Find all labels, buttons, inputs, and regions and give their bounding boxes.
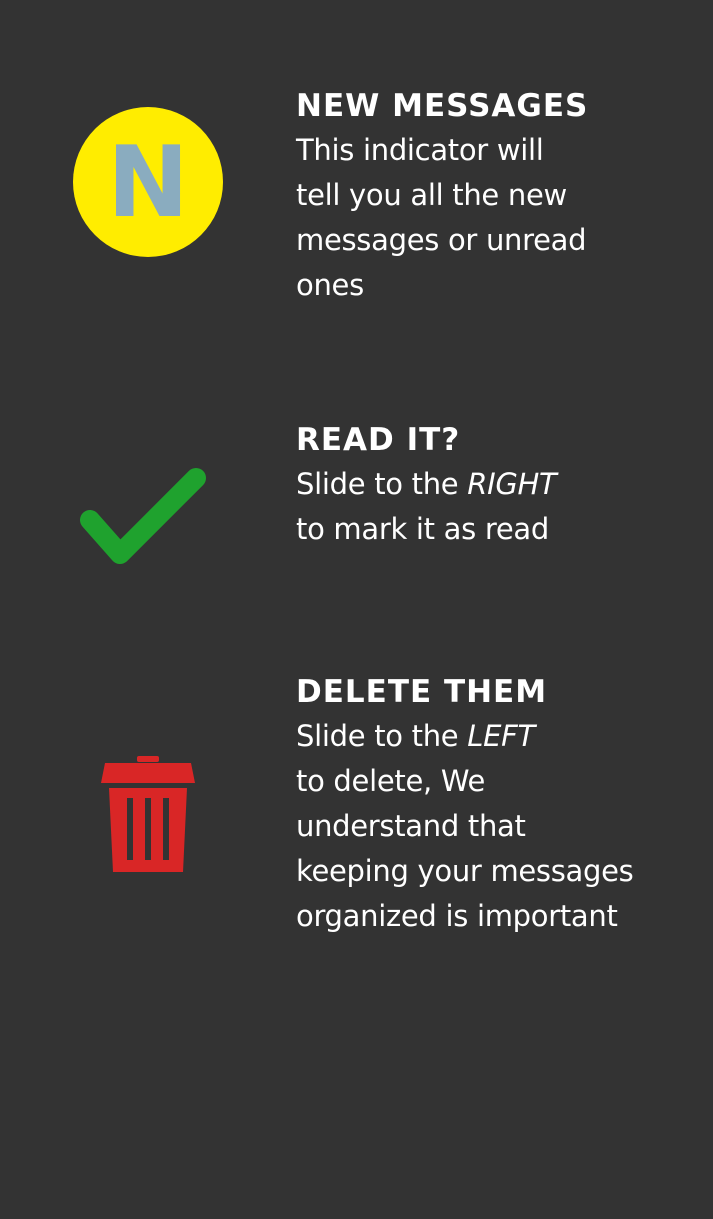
description-line: Slide to the RIGHT <box>296 462 706 507</box>
new-messages-description: This indicator will tell you all the new… <box>296 128 706 308</box>
description-line: Slide to the LEFT <box>296 714 706 759</box>
description-line: This indicator will <box>296 133 544 167</box>
description-line: messages or unread <box>296 223 587 257</box>
description-line: ones <box>296 268 364 302</box>
description-line: to mark it as read <box>296 512 549 546</box>
tutorial-screen: { "sections": [ { "icon": "new-messages-… <box>0 0 713 1219</box>
line-prefix: Slide to the <box>296 467 468 501</box>
description-line: understand that <box>296 809 526 843</box>
description-line: keeping your messages <box>296 854 634 888</box>
description-line: to delete, We <box>296 764 486 798</box>
new-messages-title: NEW MESSAGES <box>296 88 589 124</box>
direction-emphasis: LEFT <box>467 719 535 753</box>
badge-letter: N <box>107 126 189 240</box>
trash-icon <box>99 756 197 874</box>
read-it-text: READ IT? Slide to the RIGHT to mark it a… <box>296 420 706 552</box>
new-messages-badge-icon: N <box>72 106 224 258</box>
description-line: organized is important <box>296 899 618 933</box>
direction-emphasis: RIGHT <box>467 467 557 501</box>
line-prefix: Slide to the <box>296 719 468 753</box>
read-it-title: READ IT? <box>296 422 461 458</box>
delete-title: DELETE THEM <box>296 674 548 710</box>
delete-text: DELETE THEM Slide to the LEFT to delete,… <box>296 672 706 939</box>
read-it-description: Slide to the RIGHT to mark it as read <box>296 462 706 552</box>
delete-description: Slide to the LEFT to delete, We understa… <box>296 714 706 939</box>
description-line: tell you all the new <box>296 178 567 212</box>
new-messages-text: NEW MESSAGES This indicator will tell yo… <box>296 86 706 308</box>
checkmark-icon <box>78 462 210 570</box>
